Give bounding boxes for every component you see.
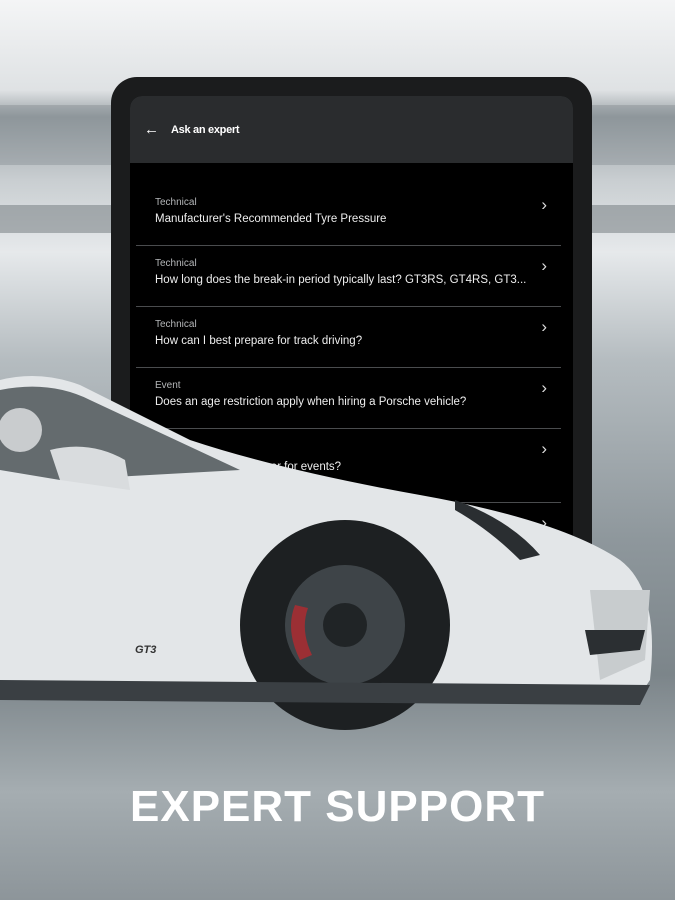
question-category: Technical [155, 258, 197, 269]
chevron-right-icon: › [541, 256, 547, 275]
car-image: GT3 [0, 376, 652, 730]
question-category: Technical [155, 319, 197, 330]
question-text: How long does the break-in period typica… [155, 274, 527, 286]
page-title: Ask an expert [171, 123, 240, 136]
app-header: ← Ask an expert [130, 96, 573, 163]
list-item[interactable]: Technical How long does the break-in peri… [136, 246, 561, 307]
question-category: Technical [155, 197, 197, 208]
chevron-right-icon: › [541, 195, 547, 214]
chevron-right-icon: › [541, 317, 547, 336]
promo-headline: EXPERT SUPPORT [130, 782, 545, 831]
back-arrow-icon[interactable]: ← [144, 121, 159, 138]
car-badge: GT3 [135, 644, 156, 656]
list-item[interactable]: Technical How can I best prepare for trac… [136, 307, 561, 368]
question-text: How can I best prepare for track driving… [155, 335, 363, 347]
question-text: Manufacturer's Recommended Tyre Pressure [155, 213, 387, 225]
list-item[interactable]: Technical Manufacturer's Recommended Tyre… [136, 185, 561, 246]
